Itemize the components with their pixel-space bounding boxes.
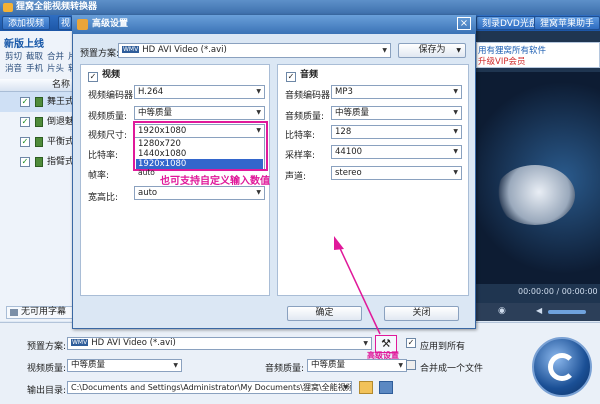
annotation-arrow xyxy=(334,236,381,335)
advanced-settings-annotation: 高级设置 xyxy=(367,351,399,360)
